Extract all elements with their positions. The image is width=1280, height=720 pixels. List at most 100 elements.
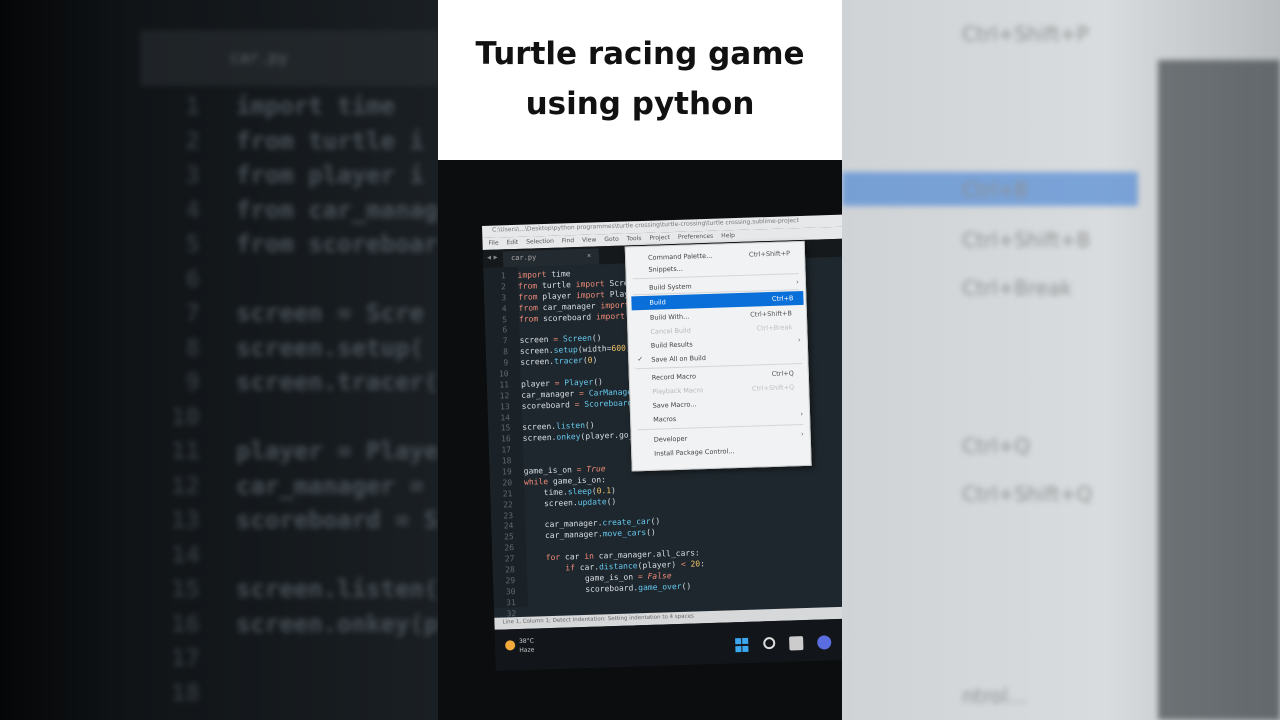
blurred-line-number: 7 bbox=[185, 299, 200, 327]
tab-nav-arrows-icon[interactable]: ◂ ▸ bbox=[487, 253, 498, 262]
blurred-shortcut: Ctrl+Shift+P bbox=[962, 22, 1089, 46]
menu-item-shortcut: Ctrl+Break bbox=[756, 323, 793, 333]
submenu-arrow-icon: › bbox=[800, 430, 804, 439]
code-token: 0.1 bbox=[596, 485, 612, 496]
line-number: 22 bbox=[502, 499, 513, 510]
code-token: Screen bbox=[562, 333, 593, 344]
menu-file[interactable]: File bbox=[488, 237, 498, 249]
code-token: while bbox=[523, 476, 549, 487]
code-token: player bbox=[537, 290, 577, 302]
blurred-line-text: player = Playe bbox=[236, 437, 438, 465]
line-number: 11 bbox=[499, 380, 510, 390]
blurred-line-number: 14 bbox=[171, 540, 200, 569]
code-token: import bbox=[575, 289, 606, 300]
blurred-line-number: 6 bbox=[185, 264, 200, 293]
blurred-code-line: 5 from scoreboar bbox=[140, 230, 438, 258]
code-token: car_manager bbox=[521, 388, 580, 400]
blurred-line-text: car_manager = bbox=[236, 471, 424, 500]
blurred-code-line: 1 import time bbox=[140, 92, 395, 120]
code-token: import bbox=[517, 270, 547, 280]
tab-close-icon[interactable]: × bbox=[587, 252, 591, 260]
menu-item-label: Snippets... bbox=[648, 264, 684, 274]
blurred-shortcut: Ctrl+B bbox=[962, 178, 1029, 202]
line-number: 18 bbox=[501, 456, 512, 466]
code-token: tracer bbox=[553, 356, 584, 366]
code-token: import bbox=[575, 279, 605, 289]
tab-car-py[interactable]: car.py × bbox=[502, 248, 600, 268]
code-token: game_is_on: bbox=[548, 475, 607, 486]
menu-item-label: Build Results bbox=[650, 340, 693, 350]
menu-item-shortcut: Ctrl+Q bbox=[771, 369, 794, 378]
menu-help[interactable]: Help bbox=[721, 230, 735, 242]
blurred-code-line: 4 from car_manag bbox=[140, 196, 438, 224]
code-token: turtle bbox=[537, 279, 576, 291]
video-frame: Turtle racing game using python C:\Users… bbox=[438, 0, 842, 720]
video-call-icon[interactable] bbox=[817, 635, 832, 650]
code-token: from bbox=[518, 302, 538, 313]
blurred-background-right: Ctrl+Shift+P Ctrl+B Ctrl+Shift+B Ctrl+Break… bbox=[842, 0, 1280, 720]
menu-item-label: Record Macro bbox=[651, 372, 697, 382]
blurred-line-text: screen = Scre bbox=[236, 299, 424, 327]
code-token: sleep bbox=[567, 486, 592, 497]
blurred-shortcut: Ctrl+Break bbox=[962, 276, 1072, 300]
line-number: 14 bbox=[500, 412, 511, 423]
line-number: 21 bbox=[502, 488, 513, 499]
blurred-code-line: 18 bbox=[140, 679, 236, 707]
blurred-line-text: screen.listen( bbox=[236, 575, 438, 603]
blurred-line-number: 9 bbox=[185, 368, 200, 396]
menu-find[interactable]: Find bbox=[562, 235, 575, 247]
code-token: update bbox=[577, 496, 607, 507]
line-number: 9 bbox=[503, 358, 509, 368]
code-token: () bbox=[593, 377, 604, 387]
blurred-editor-edge bbox=[1158, 60, 1280, 720]
tab-label: car.py bbox=[510, 253, 537, 263]
blurred-line-number: 15 bbox=[171, 575, 200, 603]
windows-start-icon[interactable] bbox=[735, 637, 749, 652]
code-token: car_manager. bbox=[525, 518, 603, 531]
blurred-code-line: 11 player = Playe bbox=[140, 437, 438, 465]
code-token: () bbox=[681, 581, 692, 591]
menu-edit[interactable]: Edit bbox=[506, 237, 518, 249]
blurred-line-number: 3 bbox=[185, 161, 200, 189]
line-number: 15 bbox=[500, 423, 511, 433]
menu-item-shortcut: Ctrl+Shift+B bbox=[750, 309, 793, 319]
blurred-shortcut: Ctrl+Q bbox=[962, 434, 1031, 458]
code-token: for bbox=[545, 552, 561, 563]
banner-title: Turtle racing game using python bbox=[475, 36, 805, 122]
code-token: Player bbox=[564, 377, 594, 388]
code-token: from bbox=[517, 281, 538, 291]
blurred-line-number: 12 bbox=[171, 471, 200, 500]
blurred-line-number: 18 bbox=[171, 678, 200, 707]
menu-item-label: Developer bbox=[653, 434, 688, 444]
blurred-shortcut: Ctrl+Shift+Q bbox=[962, 482, 1093, 506]
line-number: 4 bbox=[501, 303, 507, 314]
code-token: car bbox=[560, 552, 585, 562]
code-token: time bbox=[546, 269, 571, 279]
search-icon[interactable] bbox=[763, 636, 776, 650]
menu-selection[interactable]: Selection bbox=[526, 236, 554, 249]
code-token: player bbox=[520, 378, 555, 389]
monitor-screen: C:\Users\...\Desktop\python programmes\t… bbox=[482, 213, 842, 671]
code-token: create_car bbox=[602, 517, 651, 528]
menu-view[interactable]: View bbox=[582, 234, 597, 246]
code-token: scoreboard bbox=[521, 399, 575, 411]
code-token: () bbox=[606, 496, 617, 506]
code-token: if bbox=[565, 563, 576, 573]
weather-widget[interactable]: 38°C Haze bbox=[505, 637, 535, 656]
blurred-line-number: 13 bbox=[171, 506, 200, 534]
line-number: 16 bbox=[500, 434, 511, 444]
blurred-menu-view: Ctrl+Shift+P Ctrl+B Ctrl+Shift+B Ctrl+Break… bbox=[842, 0, 1280, 720]
blurred-line-number: 16 bbox=[171, 609, 200, 638]
menu-item-label: Build System bbox=[648, 282, 692, 292]
blurred-line-text: screen.tracer( bbox=[236, 368, 438, 396]
blurred-line-text: scoreboard = S bbox=[236, 506, 438, 534]
tools-menu-dropdown: Command Palette... Ctrl+Shift+P Snippets..… bbox=[624, 240, 812, 472]
file-explorer-icon[interactable] bbox=[789, 636, 804, 651]
menu-item-label: Cancel Build bbox=[650, 326, 691, 336]
menu-project[interactable]: Project bbox=[649, 232, 670, 245]
code-token: screen. bbox=[520, 356, 555, 367]
menu-tools[interactable]: Tools bbox=[627, 233, 642, 245]
blurred-shortcut: ntrol... bbox=[962, 684, 1028, 708]
menu-goto[interactable]: Goto bbox=[604, 234, 619, 246]
